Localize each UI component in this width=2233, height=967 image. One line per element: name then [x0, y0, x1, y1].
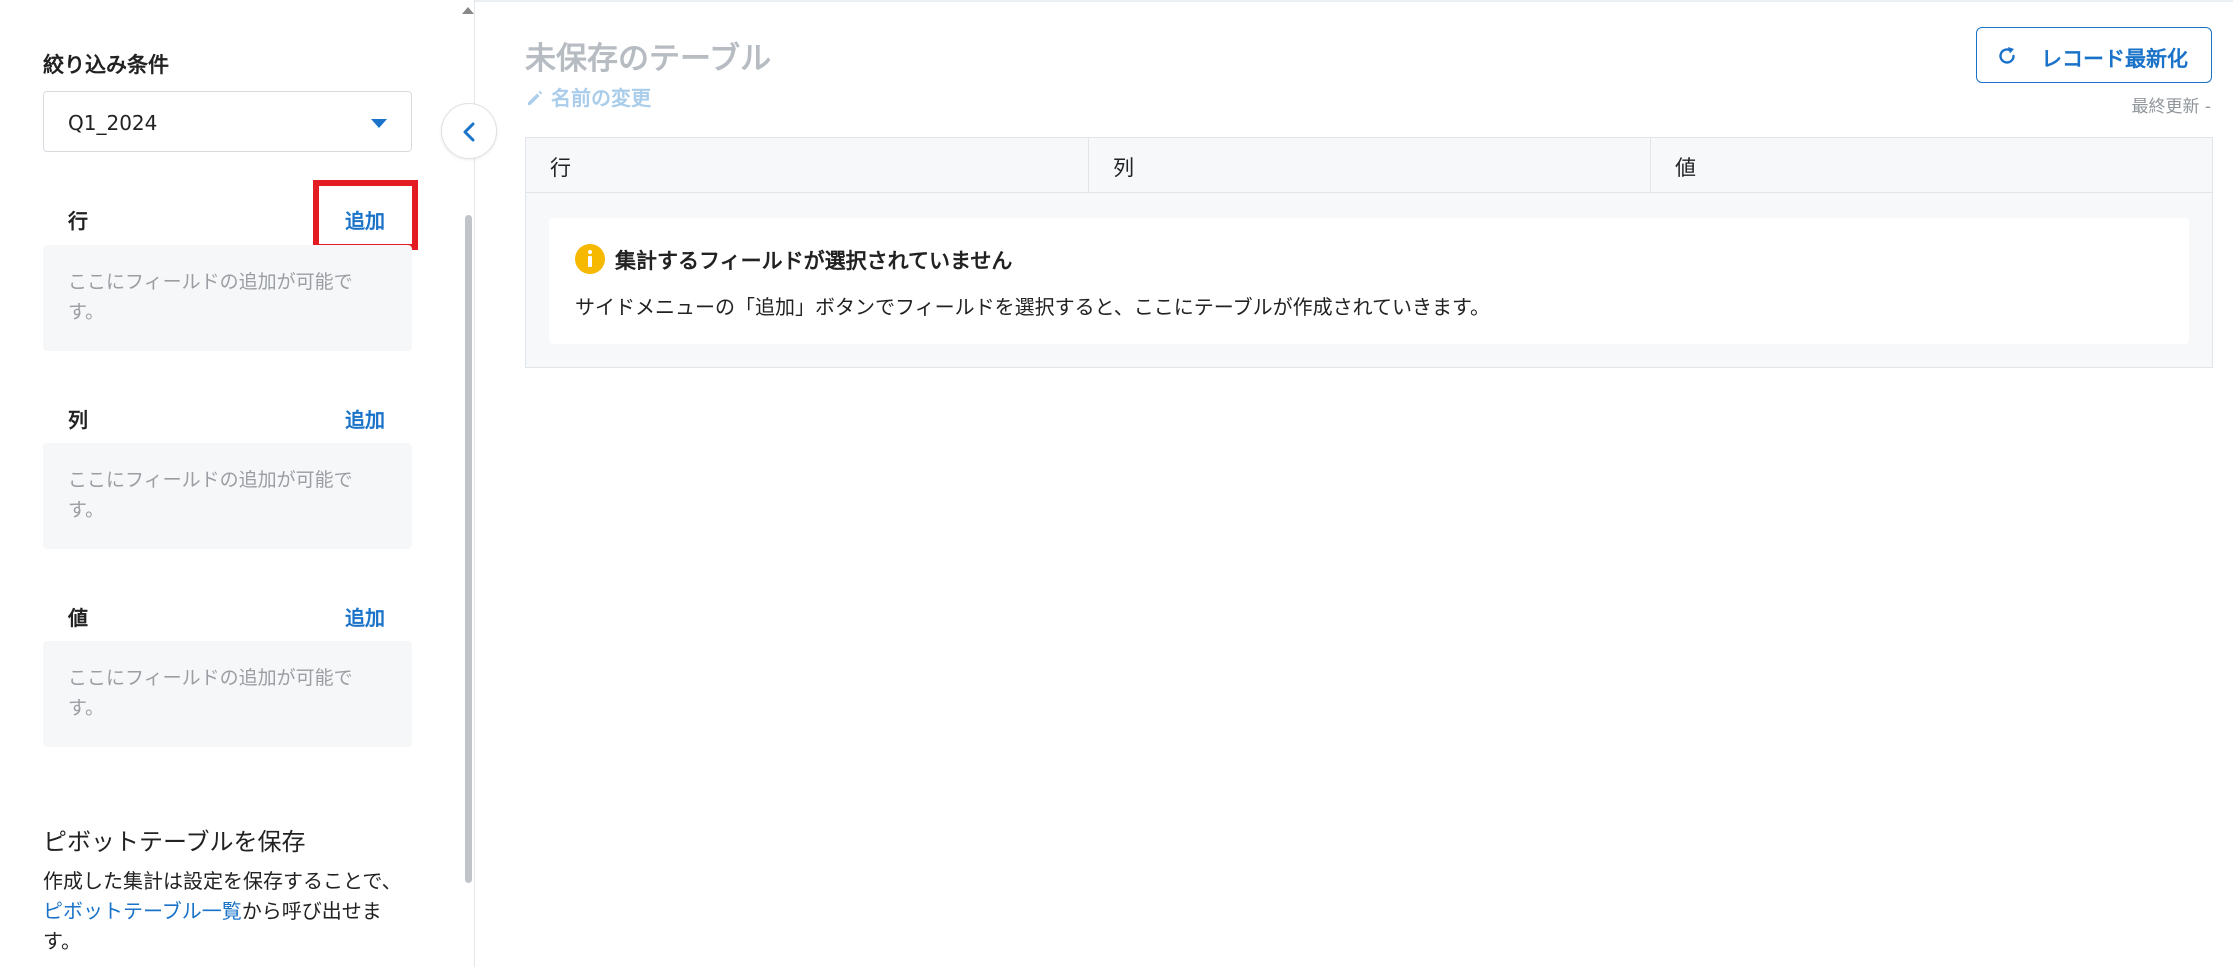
pivot-table-list-link[interactable]: ピボットテーブル一覧 — [43, 899, 242, 923]
pencil-icon — [528, 90, 543, 105]
empty-state-title: 集計するフィールドが選択されていません — [615, 249, 1013, 273]
rename-label: 名前の変更 — [551, 86, 651, 110]
table-header-columns: 列 — [1088, 138, 1651, 193]
filter-select-value: Q1_2024 — [68, 111, 158, 135]
values-dropzone-placeholder: ここにフィールドの追加が可能です。 — [68, 667, 353, 719]
scroll-up-arrow-icon[interactable] — [462, 7, 474, 14]
info-icon — [575, 244, 605, 274]
table-header-rows: 行 — [550, 156, 571, 180]
sidebar-scrollbar-thumb[interactable] — [465, 215, 472, 883]
highlight-box — [313, 180, 418, 250]
chevron-down-icon — [371, 119, 387, 128]
chevron-left-icon — [463, 122, 475, 142]
pivot-table: 行 列 値 集計するフィールドが選択されていません サイドメニューの「追加」ボタ… — [525, 137, 2213, 368]
rows-dropzone[interactable]: ここにフィールドの追加が可能です。 — [43, 245, 412, 351]
table-header-values: 値 — [1650, 138, 2213, 193]
empty-state-message: 集計するフィールドが選択されていません サイドメニューの「追加」ボタンでフィール… — [549, 218, 2189, 344]
refresh-icon — [1999, 47, 2015, 64]
columns-add-button[interactable]: 追加 — [345, 404, 385, 433]
rows-dropzone-placeholder: ここにフィールドの追加が可能です。 — [68, 271, 353, 323]
values-section-title: 値 — [68, 606, 88, 630]
table-header: 行 列 値 — [526, 138, 2212, 193]
columns-dropzone[interactable]: ここにフィールドの追加が可能です。 — [43, 443, 412, 549]
filter-label: 絞り込み条件 — [43, 53, 169, 77]
last-updated-text: 最終更新 - — [2131, 97, 2211, 117]
save-desc-text-1: 作成した集計は設定を保存することで、 — [43, 869, 402, 893]
collapse-sidebar-button[interactable] — [441, 103, 497, 159]
values-add-button[interactable]: 追加 — [345, 602, 385, 631]
rows-section-title: 行 — [68, 209, 88, 233]
sidebar: 絞り込み条件 Q1_2024 行 追加 ここにフィールドの追加が可能です。 列 … — [0, 0, 475, 967]
filter-select[interactable]: Q1_2024 — [43, 91, 412, 152]
values-dropzone[interactable]: ここにフィールドの追加が可能です。 — [43, 641, 412, 747]
save-section-description: 作成した集計は設定を保存することで、ピボットテーブル一覧から呼び出せます。 — [43, 866, 413, 956]
empty-state-body: サイドメニューの「追加」ボタンでフィールドを選択すると、ここにテーブルが作成され… — [575, 295, 1490, 319]
columns-dropzone-placeholder: ここにフィールドの追加が可能です。 — [68, 469, 353, 521]
save-section-title: ピボットテーブルを保存 — [43, 828, 306, 856]
refresh-records-label: レコード最新化 — [2041, 47, 2188, 71]
columns-section-title: 列 — [68, 408, 88, 432]
rename-button[interactable]: 名前の変更 — [525, 82, 651, 111]
refresh-records-button[interactable]: レコード最新化 — [1976, 27, 2212, 83]
page-title: 未保存のテーブル — [525, 41, 772, 77]
